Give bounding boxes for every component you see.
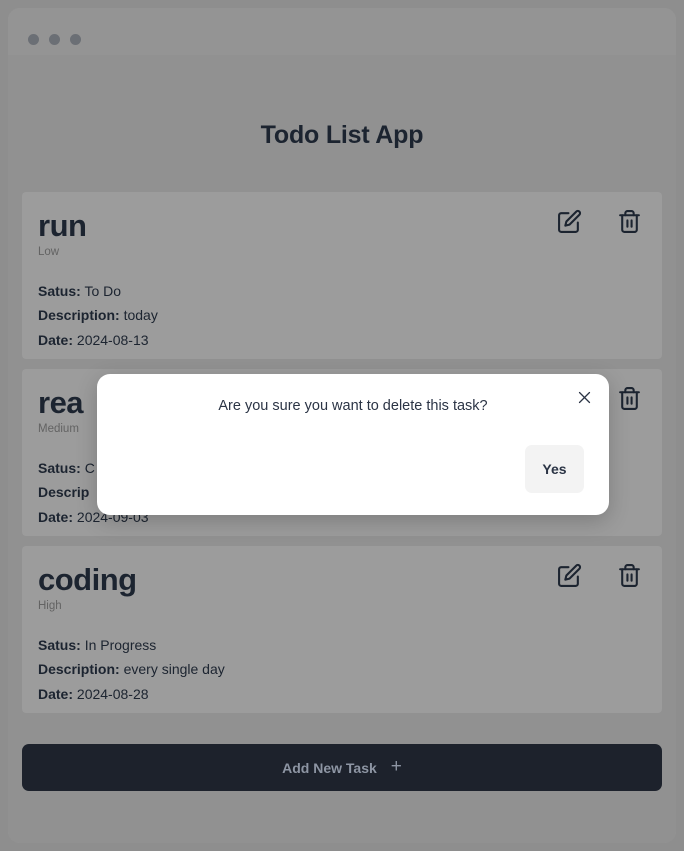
delete-task-button[interactable] bbox=[617, 386, 642, 411]
edit-task-button[interactable] bbox=[557, 209, 582, 234]
task-title: coding bbox=[38, 562, 137, 597]
task-card[interactable]: coding High Satus: In Progress Descripti… bbox=[22, 546, 662, 713]
task-date-value: 2024-08-13 bbox=[76, 331, 149, 348]
task-description-value: every single day bbox=[123, 661, 225, 678]
close-icon bbox=[577, 390, 592, 405]
task-status-value: C bbox=[84, 460, 95, 477]
add-new-task-button[interactable]: Add New Task + bbox=[22, 744, 662, 791]
window-controls bbox=[28, 34, 81, 45]
task-status-label: Satus: bbox=[38, 637, 81, 654]
edit-task-button[interactable] bbox=[557, 563, 582, 588]
window-close-dot[interactable] bbox=[28, 34, 39, 45]
delete-task-button[interactable] bbox=[617, 563, 642, 588]
task-status-value: To Do bbox=[84, 283, 122, 300]
task-priority: Low bbox=[38, 245, 60, 258]
task-description-row: Description: every single day bbox=[38, 657, 646, 681]
task-status-row: Satus: To Do bbox=[38, 279, 646, 303]
delete-confirmation-dialog: Are you sure you want to delete this tas… bbox=[97, 374, 609, 515]
page-title: Todo List App bbox=[260, 121, 424, 149]
delete-task-button[interactable] bbox=[617, 209, 642, 234]
task-card[interactable]: run Low Satus: To Do Description: today … bbox=[22, 192, 662, 359]
trash-icon bbox=[617, 386, 642, 411]
page-viewport: Todo List App run Low Satus: To Do Descr… bbox=[8, 55, 676, 843]
task-priority: High bbox=[38, 599, 62, 612]
task-status-label: Satus: bbox=[38, 460, 81, 477]
task-date-value: 2024-08-28 bbox=[76, 685, 149, 702]
task-date-label: Date: bbox=[38, 331, 74, 348]
window-maximize-dot[interactable] bbox=[70, 34, 81, 45]
window-minimize-dot[interactable] bbox=[49, 34, 60, 45]
browser-window: Todo List App run Low Satus: To Do Descr… bbox=[8, 8, 676, 843]
task-description-label: Description: bbox=[38, 661, 120, 678]
task-date-row: Date: 2024-08-28 bbox=[38, 682, 646, 706]
task-status-label: Satus: bbox=[38, 283, 81, 300]
task-date-label: Date: bbox=[38, 685, 74, 702]
dialog-message: Are you sure you want to delete this tas… bbox=[218, 398, 488, 414]
plus-icon: + bbox=[390, 756, 402, 777]
task-title: run bbox=[38, 208, 87, 243]
task-card-actions bbox=[557, 209, 642, 234]
add-new-task-label: Add New Task bbox=[282, 759, 377, 776]
dialog-confirm-yes-button[interactable]: Yes bbox=[525, 445, 584, 493]
browser-titlebar bbox=[8, 8, 676, 55]
trash-icon bbox=[617, 563, 642, 588]
task-description-row: Description: today bbox=[38, 303, 646, 327]
task-card-actions bbox=[557, 563, 642, 588]
task-meta: Satus: To Do Description: today Date: 20… bbox=[38, 279, 646, 351]
edit-icon bbox=[557, 563, 582, 588]
task-status-value: In Progress bbox=[84, 637, 157, 654]
dialog-close-button[interactable] bbox=[573, 386, 595, 408]
task-meta: Satus: In Progress Description: every si… bbox=[38, 633, 646, 705]
task-description-value: today bbox=[123, 307, 158, 324]
edit-icon bbox=[557, 209, 582, 234]
task-status-row: Satus: In Progress bbox=[38, 633, 646, 657]
trash-icon bbox=[617, 209, 642, 234]
task-date-row: Date: 2024-08-13 bbox=[38, 328, 646, 352]
task-date-label: Date: bbox=[38, 508, 74, 525]
task-description-label: Descrip bbox=[38, 484, 90, 501]
task-description-label: Description: bbox=[38, 307, 120, 324]
